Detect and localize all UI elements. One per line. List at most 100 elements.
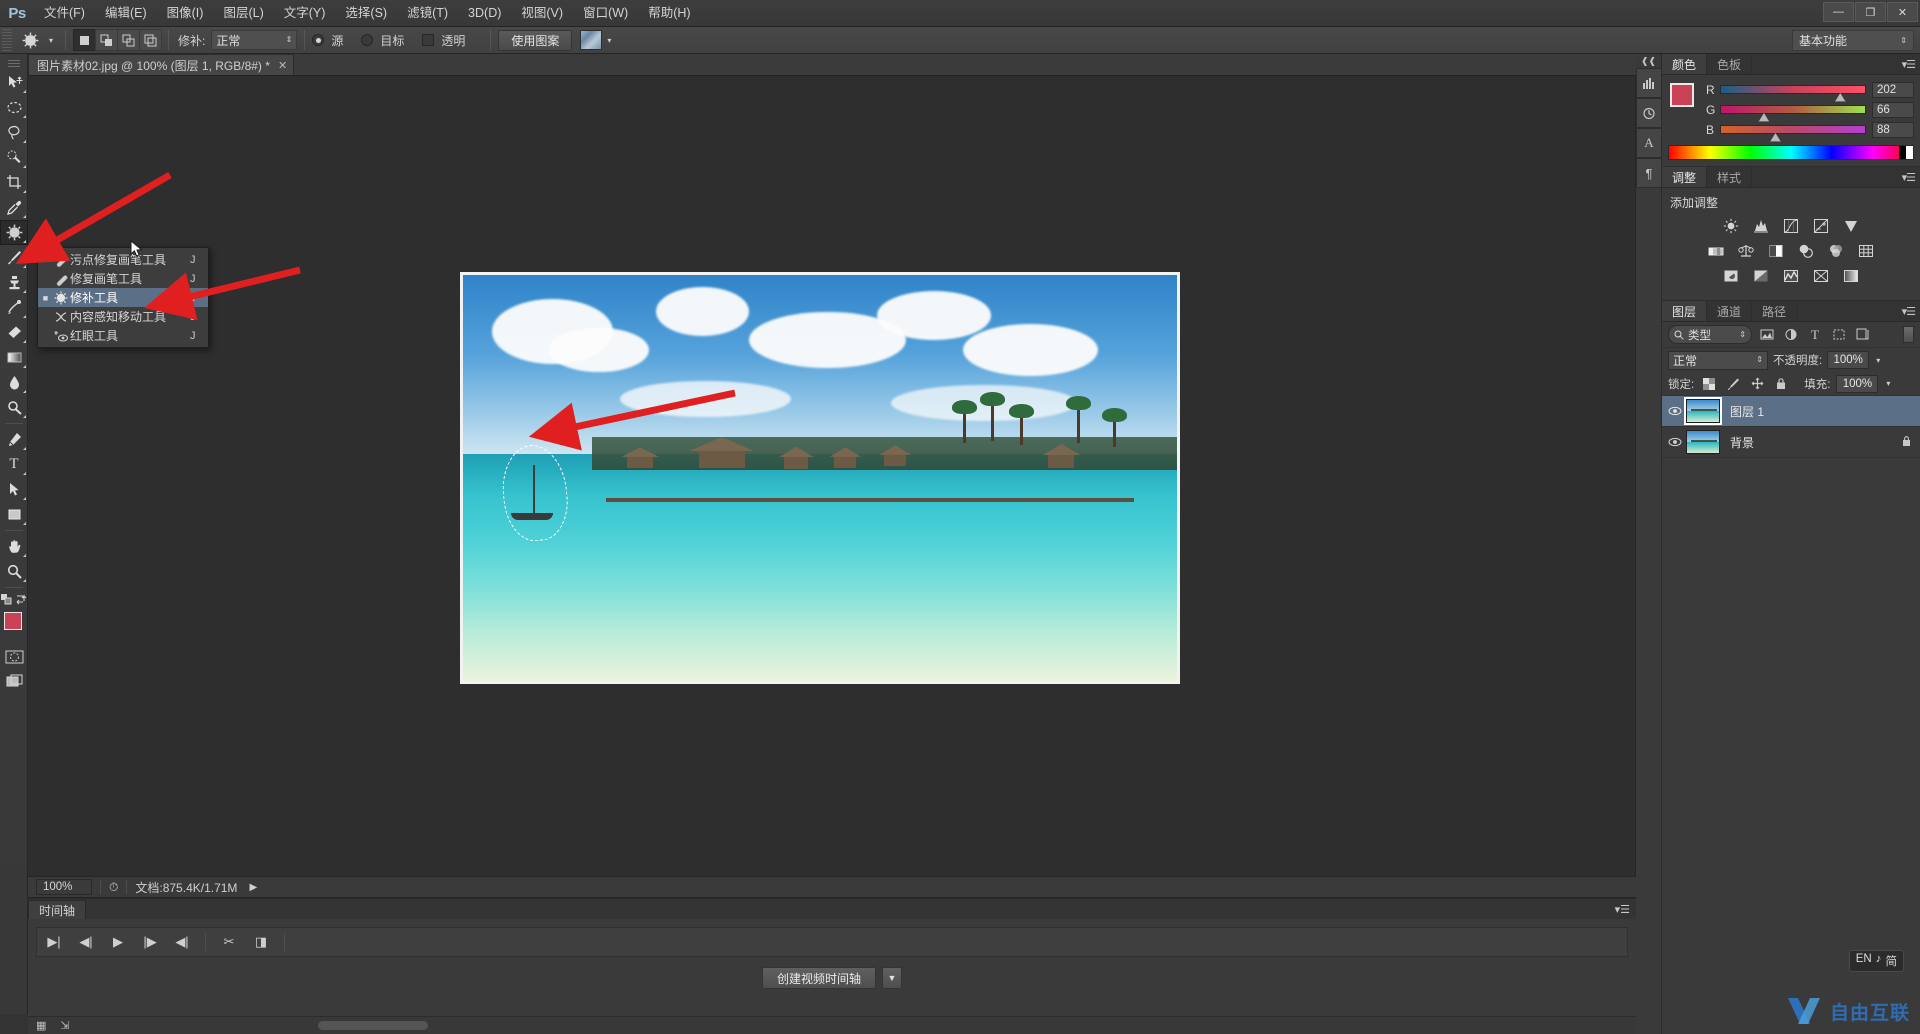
photo-filter-icon[interactable]: [1796, 242, 1816, 260]
gradient-map-icon[interactable]: [1841, 267, 1861, 285]
dodge-tool[interactable]: [0, 395, 28, 420]
g-slider-track[interactable]: [1720, 105, 1866, 122]
history-brush-tool[interactable]: [0, 295, 28, 320]
lock-transparent-icon[interactable]: [1700, 375, 1718, 393]
rail-history-icon[interactable]: [1636, 98, 1662, 128]
move-tool[interactable]: [0, 70, 28, 95]
eye-icon[interactable]: [1664, 437, 1686, 447]
menu-edit[interactable]: 编辑(E): [95, 0, 157, 26]
use-pattern-button[interactable]: 使用图案: [498, 29, 573, 51]
menu-help[interactable]: 帮助(H): [638, 0, 700, 26]
patch-mode-select[interactable]: 正常 ⇕: [211, 30, 298, 50]
transparent-checkbox-group[interactable]: 透明: [422, 32, 471, 49]
rail-histogram-icon[interactable]: [1636, 68, 1662, 98]
destination-radio-group[interactable]: 目标: [361, 32, 410, 49]
adjustments-panel-menu-icon[interactable]: ▾☰: [1902, 171, 1916, 184]
menu-filter[interactable]: 滤镜(T): [397, 0, 458, 26]
pattern-swatch[interactable]: [580, 30, 603, 50]
flyout-item-red-eye-tool[interactable]: 红眼工具 J: [38, 326, 208, 345]
document-image[interactable]: [460, 272, 1180, 684]
lock-image-icon[interactable]: [1724, 375, 1742, 393]
timing-icon[interactable]: ⏱: [109, 880, 118, 895]
collapse-panels-icon[interactable]: ❰❰: [1636, 54, 1661, 68]
destination-radio-icon[interactable]: [361, 34, 374, 46]
blend-mode-select[interactable]: 正常 ⇕: [1668, 350, 1768, 370]
foreground-background-colors[interactable]: [0, 610, 30, 644]
rail-character-icon[interactable]: A: [1636, 128, 1662, 158]
tab-layers[interactable]: 图层: [1662, 301, 1708, 321]
eye-icon[interactable]: [1664, 406, 1686, 416]
r-value-field[interactable]: 202: [1872, 81, 1914, 98]
foreground-color-swatch[interactable]: [4, 612, 22, 630]
source-radio-group[interactable]: 源: [312, 32, 349, 49]
layers-panel-menu-icon[interactable]: ▾☰: [1902, 305, 1916, 318]
color-panel-foreground-swatch[interactable]: [1670, 83, 1694, 107]
restore-button[interactable]: ❐: [1855, 2, 1886, 22]
color-panel-menu-icon[interactable]: ▾☰: [1902, 58, 1916, 71]
b-slider-track[interactable]: [1720, 125, 1866, 142]
zoom-level-field[interactable]: 100%: [36, 879, 92, 895]
convert-frames-icon[interactable]: ⇲: [60, 1019, 69, 1032]
vibrance-icon[interactable]: [1841, 217, 1861, 235]
transparent-checkbox-icon[interactable]: [422, 34, 435, 46]
layer-thumbnail[interactable]: [1684, 397, 1722, 425]
menu-select[interactable]: 选择(S): [335, 0, 397, 26]
color-spectrum-bar[interactable]: [1668, 145, 1914, 160]
render-video-icon[interactable]: ▦: [36, 1019, 46, 1032]
play-button[interactable]: ▶: [109, 934, 127, 950]
layer-thumbnail[interactable]: [1686, 430, 1720, 454]
tab-color[interactable]: 颜色: [1662, 54, 1708, 74]
r-slider-thumb[interactable]: [1834, 93, 1846, 102]
type-tool[interactable]: T: [0, 452, 28, 477]
menu-view[interactable]: 视图(V): [511, 0, 573, 26]
pen-tool[interactable]: [0, 427, 28, 452]
path-selection-tool[interactable]: [0, 477, 28, 502]
document-tab[interactable]: 图片素材02.jpg @ 100% (图层 1, RGB/8#) * ✕: [28, 54, 295, 75]
invert-icon[interactable]: [1721, 267, 1741, 285]
color-balance-icon[interactable]: [1736, 242, 1756, 260]
new-selection-button[interactable]: [73, 29, 96, 51]
b-value-field[interactable]: 88: [1872, 121, 1914, 138]
r-slider-track[interactable]: [1720, 85, 1866, 102]
type-filter-icon[interactable]: T: [1806, 326, 1824, 344]
clone-stamp-tool[interactable]: [0, 270, 28, 295]
go-to-first-frame-button[interactable]: ▶|: [45, 934, 63, 950]
crop-tool[interactable]: [0, 170, 28, 195]
source-radio-icon[interactable]: [312, 34, 325, 46]
subtract-from-selection-button[interactable]: [117, 29, 140, 51]
patch-tool-icon[interactable]: [16, 29, 44, 51]
shape-filter-icon[interactable]: [1830, 326, 1848, 344]
smartobject-filter-icon[interactable]: [1854, 326, 1872, 344]
close-icon[interactable]: ✕: [278, 59, 287, 72]
default-colors-icon[interactable]: [0, 593, 13, 606]
options-bar-grip[interactable]: [2, 29, 12, 51]
create-video-timeline-button[interactable]: 创建视频时间轴: [761, 967, 876, 989]
timeline-panel-menu-icon[interactable]: ▾☰: [1615, 903, 1630, 916]
levels-icon[interactable]: [1751, 217, 1771, 235]
adjustment-filter-icon[interactable]: [1782, 326, 1800, 344]
canvas-area[interactable]: [28, 76, 1636, 876]
close-button[interactable]: ✕: [1887, 2, 1918, 22]
tab-adjustments[interactable]: 调整: [1662, 167, 1708, 187]
status-expand-arrow-icon[interactable]: ▶: [249, 882, 257, 893]
create-timeline-dropdown-button[interactable]: ▼: [882, 967, 902, 989]
layer-filter-type-select[interactable]: 类型 ⇕: [1668, 325, 1752, 344]
workspace-select[interactable]: 基本功能 ⇕: [1792, 30, 1914, 51]
quick-selection-tool[interactable]: [0, 145, 28, 170]
next-frame-button[interactable]: |▶: [141, 934, 159, 950]
flyout-item-content-aware-move[interactable]: 内容感知移动工具 J: [38, 307, 208, 326]
threshold-icon[interactable]: [1781, 267, 1801, 285]
b-slider-thumb[interactable]: [1769, 133, 1781, 142]
rail-paragraph-icon[interactable]: ¶: [1636, 158, 1662, 188]
eraser-tool[interactable]: [0, 320, 28, 345]
brightness-contrast-icon[interactable]: [1721, 217, 1741, 235]
opacity-caret-icon[interactable]: ▾: [1876, 356, 1880, 365]
lasso-tool[interactable]: [0, 120, 28, 145]
pattern-caret-icon[interactable]: ▾: [602, 29, 616, 51]
menu-file[interactable]: 文件(F): [34, 0, 95, 26]
previous-frame-button[interactable]: ◀|: [77, 934, 95, 950]
menu-3d[interactable]: 3D(D): [458, 0, 511, 26]
intersect-selection-button[interactable]: [139, 29, 162, 51]
channel-mixer-icon[interactable]: [1826, 242, 1846, 260]
layer-name[interactable]: 图层 1: [1730, 403, 1764, 420]
